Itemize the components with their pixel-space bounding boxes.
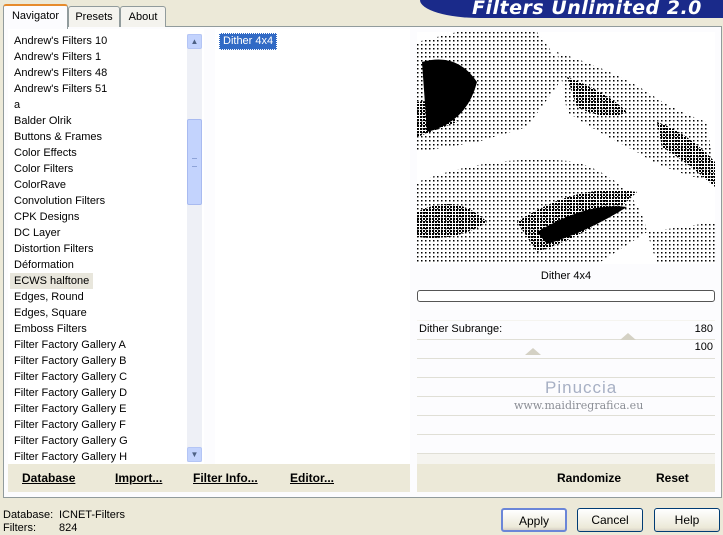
help-button[interactable]: Help <box>654 508 720 532</box>
category-item[interactable]: Color Effects <box>14 145 77 161</box>
apply-button[interactable]: Apply <box>501 508 567 532</box>
category-item[interactable]: Filter Factory Gallery H <box>14 449 127 465</box>
category-item[interactable]: Balder Olrik <box>14 113 71 129</box>
category-item[interactable]: ECWS halftone <box>10 273 94 289</box>
database-value: ICNET-Filters <box>59 509 125 521</box>
scroll-thumb[interactable] <box>187 119 202 205</box>
category-item[interactable]: Color Filters <box>14 161 73 177</box>
tab-about[interactable]: About <box>120 6 166 27</box>
category-item[interactable]: Edges, Round <box>14 289 84 305</box>
database-label: Database: <box>3 509 54 521</box>
effect-item-selected[interactable]: Dither 4x4 <box>219 33 278 50</box>
editor-button[interactable]: Editor... <box>290 471 334 485</box>
category-item[interactable]: Andrew's Filters 10 <box>14 33 107 49</box>
randomize-button[interactable]: Randomize <box>557 471 621 485</box>
param-row-3[interactable] <box>417 359 715 378</box>
tab-presets[interactable]: Presets <box>68 6 120 27</box>
database-button[interactable]: Database <box>22 471 75 485</box>
category-item[interactable]: Filter Factory Gallery A <box>14 337 126 353</box>
category-item[interactable]: Filter Factory Gallery G <box>14 433 128 449</box>
slider-handle[interactable] <box>525 348 541 355</box>
scroll-up-icon[interactable]: ▲ <box>187 34 202 49</box>
category-scrollbar[interactable] <box>187 34 202 462</box>
filters-label: Filters: <box>3 522 36 534</box>
category-item[interactable]: Buttons & Frames <box>14 129 102 145</box>
tab-navigator[interactable]: Navigator <box>3 4 68 29</box>
reset-button[interactable]: Reset <box>656 471 689 485</box>
category-item[interactable]: Andrew's Filters 48 <box>14 65 107 81</box>
category-item[interactable]: a <box>14 97 20 113</box>
category-item[interactable]: Filter Factory Gallery F <box>14 417 126 433</box>
import-button[interactable]: Import... <box>115 471 162 485</box>
category-item[interactable]: Andrew's Filters 1 <box>14 49 101 65</box>
category-item[interactable]: Filter Factory Gallery B <box>14 353 126 369</box>
param-row-6[interactable] <box>417 416 715 435</box>
effect-list[interactable] <box>215 29 410 465</box>
scroll-down-icon[interactable]: ▼ <box>187 447 202 462</box>
param-value: 100 <box>694 341 713 353</box>
filter-info-button[interactable]: Filter Info... <box>193 471 258 485</box>
category-item[interactable]: Convolution Filters <box>14 193 105 209</box>
category-item[interactable]: CPK Designs <box>14 209 79 225</box>
category-item[interactable]: ColorRave <box>14 177 66 193</box>
preview-filter-name: Dither 4x4 <box>540 270 592 282</box>
param-value: 180 <box>694 323 713 335</box>
filters-count: 824 <box>59 522 78 534</box>
watermark-url: www.maidiregrafica.eu <box>514 399 644 412</box>
category-item[interactable]: Filter Factory Gallery C <box>14 369 127 385</box>
category-item[interactable]: Andrew's Filters 51 <box>14 81 107 97</box>
category-item[interactable]: Déformation <box>14 257 74 273</box>
category-item[interactable]: Edges, Square <box>14 305 87 321</box>
param-row-2[interactable] <box>417 340 715 359</box>
cancel-button[interactable]: Cancel <box>577 508 643 532</box>
category-item[interactable]: DC Layer <box>14 225 60 241</box>
category-item[interactable]: Filter Factory Gallery D <box>14 385 127 401</box>
watermark-name: Pinuccia <box>545 378 618 397</box>
category-item[interactable]: Filter Factory Gallery E <box>14 401 126 417</box>
progress-bar <box>417 290 715 302</box>
app-title: Filters Unlimited 2.0 <box>472 0 702 19</box>
category-item[interactable]: Distortion Filters <box>14 241 93 257</box>
slider-handle[interactable] <box>620 333 636 340</box>
param-label: Dither Subrange: <box>419 323 503 335</box>
preview-image <box>417 32 715 264</box>
param-row-7[interactable] <box>417 435 715 454</box>
category-item[interactable]: Emboss Filters <box>14 321 87 337</box>
